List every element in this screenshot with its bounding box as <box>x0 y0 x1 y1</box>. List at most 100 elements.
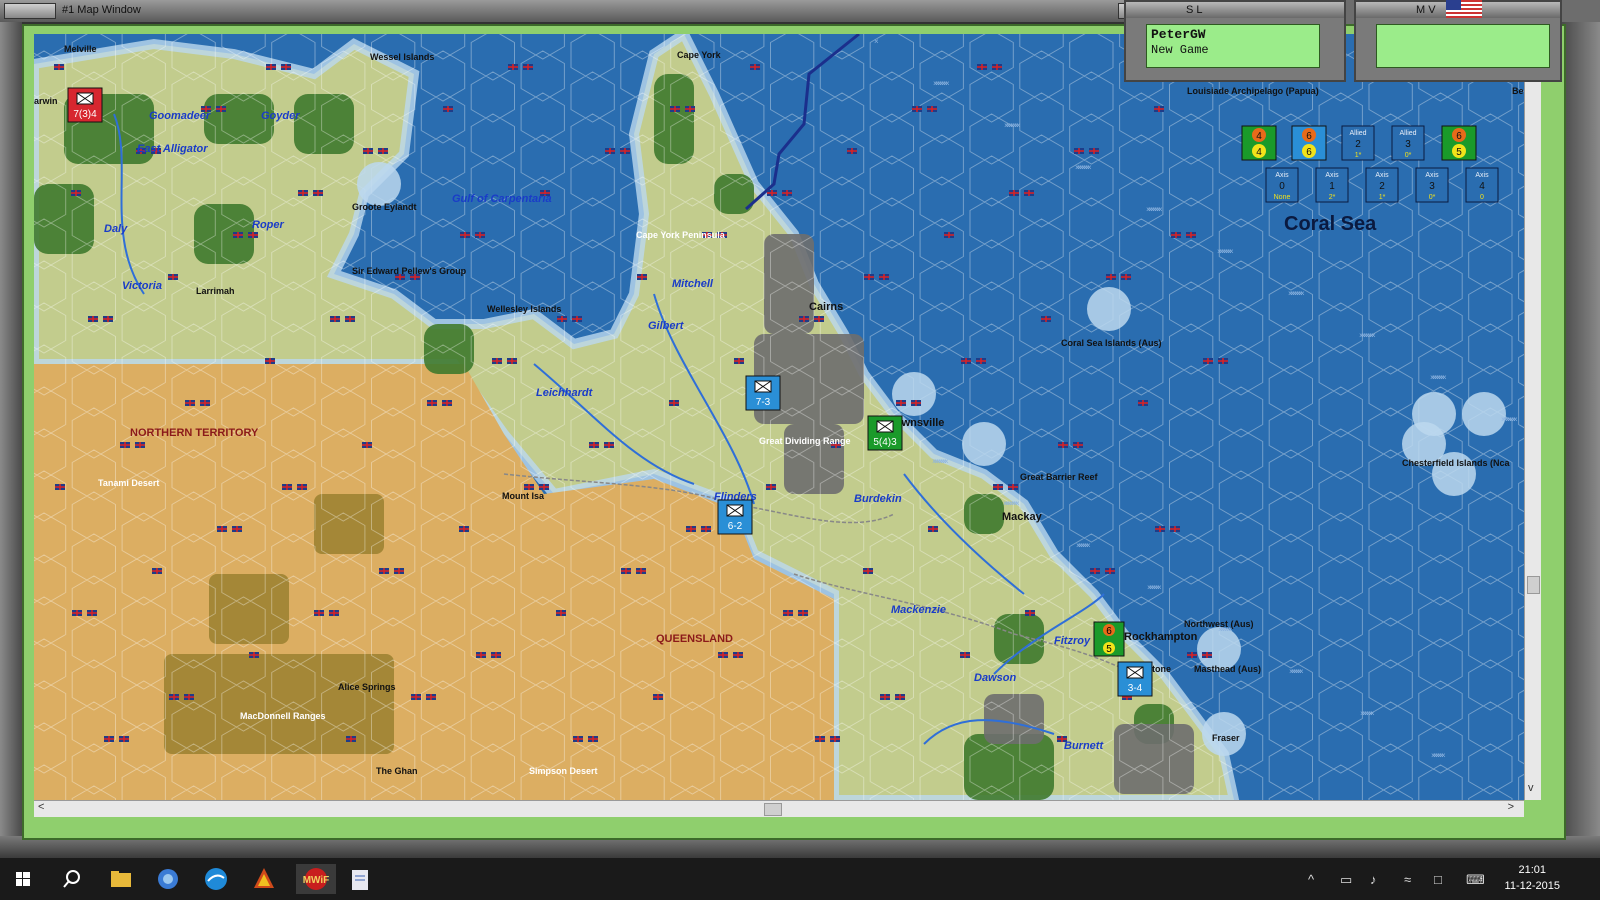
uk-flag-icon <box>993 484 1003 490</box>
axis-search-box[interactable]: Axis 4 0 <box>1465 167 1499 203</box>
hex-map[interactable]: × × × × × × × × × × × × × × × × × × × × × × × × × × × × × × × × × × × × × × × ×… <box>34 34 1524 800</box>
sea-hex-dot: × <box>1360 709 1365 718</box>
uk-flag-icon <box>960 652 970 658</box>
wifi-icon[interactable]: ≈ <box>1404 872 1411 887</box>
uk-flag-icon <box>814 316 824 322</box>
uk-flag-icon <box>87 610 97 616</box>
game-icon[interactable] <box>248 864 280 894</box>
place-label: Goyder <box>261 110 300 122</box>
uk-flag-icon <box>249 652 259 658</box>
axis-search-box[interactable]: Axis 1 2* <box>1315 167 1349 203</box>
place-label: Mackay <box>1002 511 1043 523</box>
scroll-right-icon[interactable]: > <box>1508 801 1514 813</box>
place-label: Mackenzie <box>891 604 946 616</box>
window-menu-button[interactable] <box>4 3 56 19</box>
region-label: NORTHERN TERRITORY <box>130 427 259 439</box>
uk-flag-icon <box>443 106 453 112</box>
axis-search-box[interactable]: Axis 2 1* <box>1365 167 1399 203</box>
vertical-scrollbar[interactable]: ^ v <box>1524 34 1541 800</box>
map-window-title: #1 Map Window <box>62 4 141 16</box>
uk-flag-icon <box>863 568 873 574</box>
uk-flag-icon <box>572 316 582 322</box>
place-label: Northwest (Aus) <box>1184 619 1254 629</box>
search-icon[interactable] <box>56 864 88 894</box>
place-label: Chesterfield Islands (Nca <box>1402 458 1511 468</box>
allied-search-box[interactable]: Allied 2 1* <box>1341 125 1375 161</box>
sea-zone-border <box>745 34 860 211</box>
vertical-scroll-thumb[interactable] <box>1527 576 1540 594</box>
uk-flag-icon <box>539 484 549 490</box>
uk-flag-icon <box>200 400 210 406</box>
sea-hex-dot: × <box>1431 751 1436 760</box>
place-label: Dawson <box>974 672 1016 684</box>
editor-icon[interactable] <box>344 864 376 894</box>
unit-counter[interactable]: 5(4)3 <box>867 415 903 451</box>
volume-icon[interactable]: ♪ <box>1370 872 1377 887</box>
place-label: Burdekin <box>854 493 902 505</box>
uk-flag-icon <box>847 148 857 154</box>
sea-zone-counter[interactable]: 44 <box>1241 125 1277 161</box>
uk-flag-icon <box>1218 358 1228 364</box>
sea-zone-counter[interactable]: 65 <box>1441 125 1477 161</box>
sea-zone-counter[interactable]: 65 <box>1093 621 1125 657</box>
axis-search-box[interactable]: Axis 0 None <box>1265 167 1299 203</box>
place-label: Bellona <box>1512 86 1524 96</box>
notifications-icon[interactable]: □ <box>1434 872 1442 887</box>
battery-icon[interactable]: ▭ <box>1340 872 1352 888</box>
uk-flag-icon <box>896 400 906 406</box>
mwif-icon[interactable]: MWiF <box>296 864 336 894</box>
scroll-left-icon[interactable]: < <box>38 801 44 813</box>
map-canvas[interactable]: ××××××××××××××××××××××××××××××××××××××××… <box>34 34 1524 800</box>
uk-flag-icon <box>879 274 889 280</box>
unit-counter[interactable]: 7-3 <box>745 375 781 411</box>
uk-flag-icon <box>298 190 308 196</box>
uk-flag-icon <box>330 316 340 322</box>
place-label: Larrimah <box>196 286 235 296</box>
keyboard-icon[interactable]: ⌨ <box>1466 872 1485 888</box>
uk-flag-icon <box>379 568 389 574</box>
place-label: Cairns <box>809 301 843 313</box>
uk-flag-icon <box>1008 484 1018 490</box>
rough-desert-patch <box>209 574 289 644</box>
uk-flag-icon <box>168 274 178 280</box>
show-hidden-icons-icon[interactable]: ^ <box>1308 872 1314 887</box>
file-explorer-icon[interactable] <box>104 864 136 894</box>
sea-zone-counter[interactable]: 66 <box>1291 125 1327 161</box>
clock-date: 11-12-2015 <box>1504 880 1560 892</box>
uk-flag-icon <box>928 526 938 532</box>
map-window-titlebar[interactable]: #1 Map Window <box>0 0 1150 24</box>
horizontal-scrollbar[interactable]: < > <box>34 800 1524 817</box>
box-sub-value: 0* <box>1405 152 1412 159</box>
uk-flag-icon <box>459 526 469 532</box>
place-label: Coral Sea Islands (Aus) <box>1061 338 1162 348</box>
unit-counter[interactable]: 7(3)4 <box>67 87 103 123</box>
browser-icon[interactable] <box>152 864 184 894</box>
game-status: New Game <box>1151 43 1209 57</box>
place-label: Groote Eylandt <box>352 202 417 212</box>
start-icon[interactable] <box>8 864 40 894</box>
uk-flag-icon <box>686 526 696 532</box>
axis-search-box[interactable]: Axis 3 0* <box>1415 167 1449 203</box>
unit-counter[interactable]: 3-4 <box>1117 661 1153 697</box>
place-label: Melville <box>64 44 97 54</box>
mountain-patch <box>1114 724 1194 794</box>
uk-flag-icon <box>1171 232 1181 238</box>
player-panel-sl-header[interactable]: S L <box>1126 2 1344 18</box>
uk-flag-icon <box>977 64 987 70</box>
application-frame: #1 Map Window × × × × × × × × × × × × × × × × × × × × × × × × × ×… <box>0 0 1600 858</box>
system-clock[interactable]: 21:01 11-12-2015 <box>1505 862 1560 894</box>
horizontal-scroll-thumb[interactable] <box>764 803 782 816</box>
counter-bottom-value: 4 <box>1256 147 1262 158</box>
counter-top-value: 4 <box>1256 131 1262 142</box>
sea-hex-dot: × <box>1430 373 1435 382</box>
uk-flag-icon <box>476 652 486 658</box>
allied-search-box[interactable]: Allied 3 0* <box>1391 125 1425 161</box>
unit-counter[interactable]: 6-2 <box>717 499 753 535</box>
uk-flag-icon <box>103 316 113 322</box>
uk-flag-icon <box>556 610 566 616</box>
rough-desert-patch <box>164 654 394 754</box>
sea-hex-dot: × <box>1289 667 1294 676</box>
scroll-down-icon[interactable]: v <box>1528 782 1534 794</box>
player-panel-sl[interactable]: S L PeterGW New Game <box>1124 0 1346 82</box>
swift-icon[interactable] <box>200 864 232 894</box>
